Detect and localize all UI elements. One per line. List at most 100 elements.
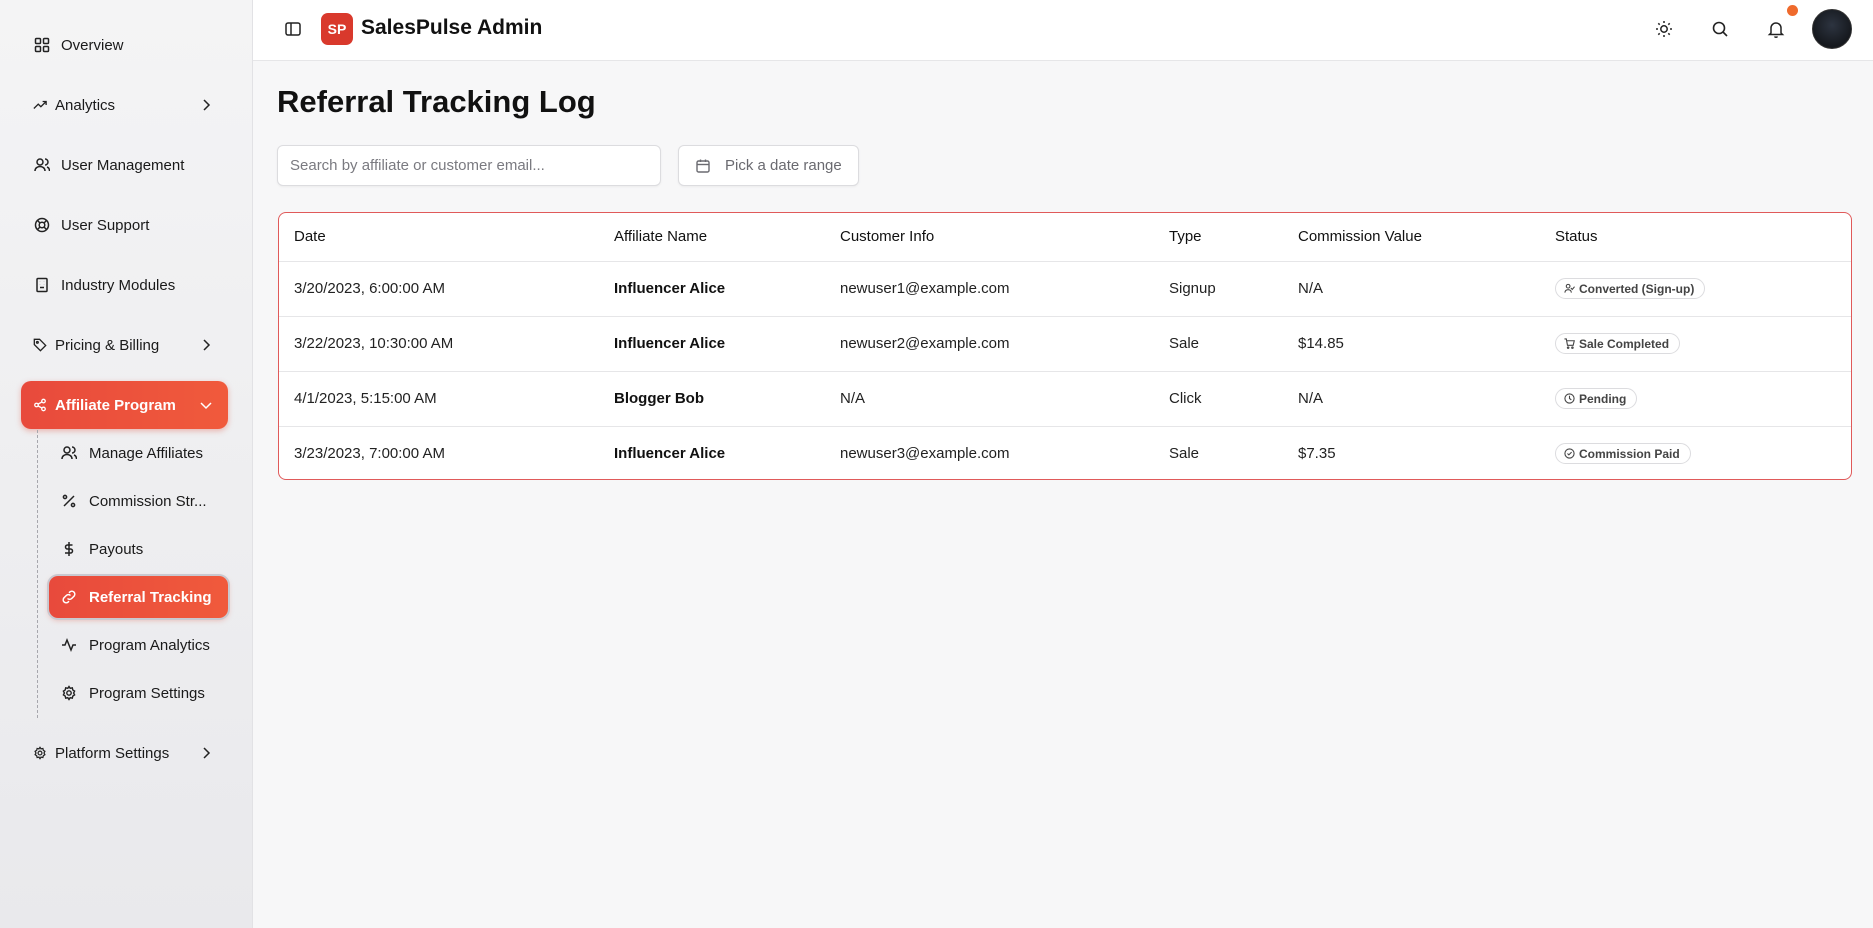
sidebar-item-label: Industry Modules [61,276,176,294]
tag-icon [33,336,47,354]
check-circle-icon [1564,448,1575,459]
sidebar-item-overview[interactable]: Overview [21,21,228,69]
chevron-down-icon [198,397,214,413]
sidebar-item-label: User Management [61,156,185,174]
column-header-date[interactable]: Date [279,213,599,262]
sidebar-subitem-label: Payouts [89,540,144,558]
cell-customer: newuser1@example.com [825,261,1154,317]
gear-icon [61,685,77,701]
date-range-picker[interactable]: Pick a date range [678,145,859,186]
column-header-type[interactable]: Type [1154,213,1283,262]
sidebar-subitem-payouts[interactable]: Payouts [49,528,228,570]
gear-icon [33,744,47,762]
status-badge: Converted (Sign-up) [1555,278,1706,299]
share-icon [33,396,47,414]
date-range-label: Pick a date range [725,157,842,174]
cart-icon [1564,338,1575,349]
sidebar-subitem-program-settings[interactable]: Program Settings [49,672,228,714]
sidebar-subitem-label: Commission Str... [89,492,207,510]
cell-commission: N/A [1283,371,1540,427]
cell-status: Converted (Sign-up) [1540,261,1851,317]
status-label: Sale Completed [1579,336,1670,351]
sun-icon[interactable] [1654,19,1674,39]
avatar[interactable] [1812,9,1852,49]
search-input[interactable] [277,145,661,186]
cell-customer: newuser3@example.com [840,445,1010,463]
column-header-commission[interactable]: Commission Value [1283,213,1540,262]
cell-commission: N/A [1283,261,1540,317]
users-icon [33,156,51,174]
top-header: SP SalesPulse Admin [253,0,1873,61]
sidebar-subitem-commission-structure[interactable]: Commission Str... [49,480,228,522]
sidebar-item-label: Affiliate Program [55,396,176,414]
sidebar-item-label: User Support [61,216,150,234]
sidebar: Overview Analytics User Management User … [0,0,253,928]
cell-type: Sale [1154,316,1283,372]
cell-type: Sale [1169,445,1200,463]
cell-affiliate: Influencer Alice [599,316,825,372]
table-header-row: Date Affiliate Name Customer Info Type C… [279,213,1851,262]
column-header-affiliate[interactable]: Affiliate Name [599,213,825,262]
page-title: Referral Tracking Log [277,84,596,119]
sidebar-item-affiliate-program[interactable]: Affiliate Program [21,381,228,429]
referral-table: Date Affiliate Name Customer Info Type C… [278,212,1852,480]
cell-date: 3/23/2023, 7:00:00 AM [294,445,445,463]
table-row[interactable]: 3/22/2023, 10:30:00 AM Influencer Alice … [279,316,1851,372]
app-logo: SP [321,13,353,45]
cell-commission: $14.85 [1283,316,1540,372]
table-row[interactable]: 3/23/2023, 7:00:00 AM Influencer Alice n… [279,426,1851,479]
sidebar-item-label: Overview [61,36,124,54]
cell-customer: N/A [825,371,1154,427]
sidebar-subitem-label: Manage Affiliates [89,444,203,462]
cell-type: Signup [1154,261,1283,317]
search-icon[interactable] [1710,19,1730,39]
cell-status: Sale Completed [1540,316,1851,372]
table-row[interactable]: 3/20/2023, 6:00:00 AM Influencer Alice n… [279,261,1851,317]
bell-icon[interactable] [1766,19,1786,39]
notification-dot [1787,5,1798,16]
link-icon [61,589,77,605]
table-row[interactable]: 4/1/2023, 5:15:00 AM Blogger Bob N/A Cli… [279,371,1851,427]
sidebar-item-label: Pricing & Billing [55,336,160,354]
cell-affiliate: Influencer Alice [599,261,825,317]
sidebar-subitem-label: Referral Tracking [89,588,212,606]
sidebar-item-label: Platform Settings [55,744,170,762]
sidebar-item-platform-settings[interactable]: Platform Settings [21,729,228,777]
calendar-icon [695,158,711,174]
sidebar-subitem-label: Program Analytics [89,636,210,654]
chevron-right-icon [198,337,214,353]
status-badge: Pending [1555,388,1638,409]
sidebar-item-industry-modules[interactable]: Industry Modules [21,261,228,309]
activity-icon [61,637,77,653]
status-label: Pending [1579,391,1627,406]
cell-affiliate: Blogger Bob [599,371,825,427]
cell-date: 3/22/2023, 10:30:00 AM [279,316,599,372]
sidebar-subitem-manage-affiliates[interactable]: Manage Affiliates [49,432,228,474]
sidebar-subitem-label: Program Settings [89,684,205,702]
column-header-customer[interactable]: Customer Info [825,213,1154,262]
sidebar-item-pricing-billing[interactable]: Pricing & Billing [21,321,228,369]
building-icon [33,276,51,294]
cell-status: Commission Paid [1540,426,1851,479]
sidebar-item-label: Analytics [55,96,116,114]
clock-icon [1564,393,1575,404]
sidebar-subitem-program-analytics[interactable]: Program Analytics [49,624,228,666]
app-title: SalesPulse Admin [361,16,543,39]
status-label: Commission Paid [1579,446,1680,461]
submenu-guide-line [37,430,38,718]
cell-customer: newuser2@example.com [825,316,1154,372]
sidebar-item-user-management[interactable]: User Management [21,141,228,189]
status-badge: Commission Paid [1555,443,1691,465]
sidebar-item-user-support[interactable]: User Support [21,201,228,249]
status-badge: Sale Completed [1555,333,1681,354]
cell-affiliate: Influencer Alice [614,445,726,463]
column-header-status[interactable]: Status [1540,213,1851,262]
chevron-right-icon [198,745,214,761]
trending-up-icon [33,96,47,114]
dollar-icon [61,541,77,557]
cell-date: 3/20/2023, 6:00:00 AM [279,261,599,317]
users-icon [61,445,77,461]
sidebar-item-analytics[interactable]: Analytics [21,81,228,129]
sidebar-toggle-icon[interactable] [283,19,303,39]
sidebar-subitem-referral-tracking[interactable]: Referral Tracking [49,576,228,618]
